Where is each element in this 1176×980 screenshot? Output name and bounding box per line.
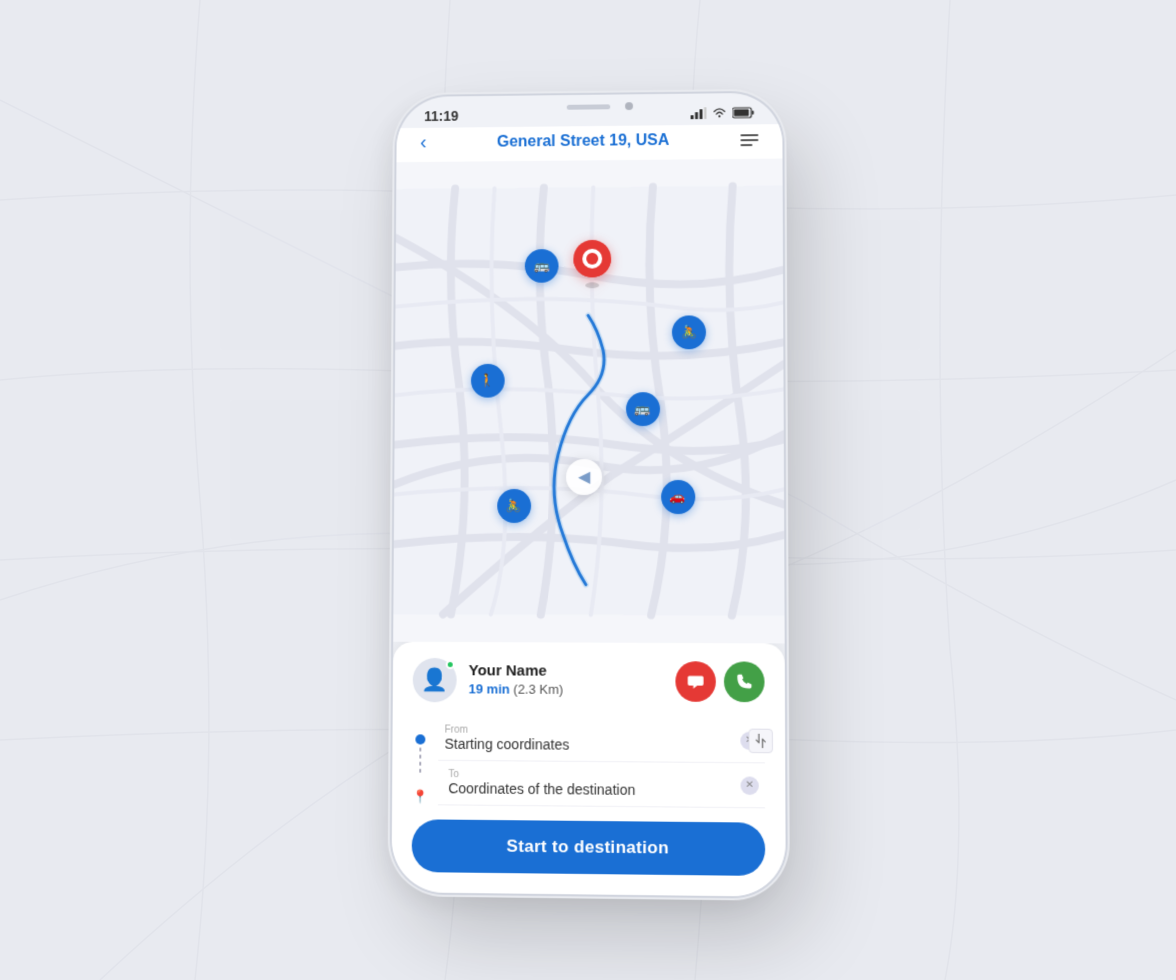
map-icon-bus2[interactable]: 🚌 xyxy=(626,392,660,426)
from-field[interactable]: From Starting coordinates ✕ xyxy=(438,716,764,763)
route-dashes xyxy=(419,748,421,786)
from-value: Starting coordinates xyxy=(444,736,734,754)
status-time: 11:19 xyxy=(424,108,458,124)
online-indicator xyxy=(446,660,455,669)
speaker xyxy=(567,104,610,109)
user-info: Your Name 19 min (2.3 Km) xyxy=(469,662,664,699)
route-inputs: 📍 From Starting coordinates ✕ xyxy=(412,716,765,808)
menu-line xyxy=(740,134,758,136)
menu-line xyxy=(740,139,758,141)
current-location: ◀ xyxy=(566,459,602,495)
swap-button[interactable] xyxy=(748,728,772,753)
bottom-panel: 👤 Your Name 19 min (2.3 Km) xyxy=(391,642,785,897)
menu-line xyxy=(740,144,752,146)
destination-pin xyxy=(573,240,611,295)
call-button[interactable] xyxy=(724,661,765,702)
nav-title: General Street 19, USA xyxy=(497,132,669,151)
map-area[interactable]: 🚌 🚶 🚴 🚌 🚗 🚴 ◀ xyxy=(393,159,785,644)
menu-button[interactable] xyxy=(740,134,758,146)
camera xyxy=(625,102,633,110)
inputs-stack: From Starting coordinates ✕ To xyxy=(438,716,765,808)
user-avatar: 👤 xyxy=(413,658,457,703)
back-button[interactable]: ‹ xyxy=(420,132,427,154)
user-name: Your Name xyxy=(469,662,547,680)
battery-icon xyxy=(732,107,754,119)
map-icon-bus1[interactable]: 🚌 xyxy=(525,249,559,283)
to-field[interactable]: To Coordinates of the destination ✕ xyxy=(438,761,765,809)
route-end-pin: 📍 xyxy=(412,789,428,805)
nav-bar: ‹ General Street 19, USA xyxy=(396,124,782,162)
to-input-text: To Coordinates of the destination xyxy=(448,769,734,799)
map-icon-walk1[interactable]: 🚶 xyxy=(471,364,505,398)
route-start-dot xyxy=(415,734,425,744)
route-connector: 📍 xyxy=(412,716,429,805)
phone-frame: 11:19 ‹ General Str xyxy=(391,93,785,897)
action-buttons xyxy=(675,661,764,702)
map-roads xyxy=(393,159,785,644)
status-icons xyxy=(691,107,755,119)
start-button[interactable]: Start to destination xyxy=(412,819,766,876)
map-icon-bike2[interactable]: 🚴 xyxy=(497,489,531,523)
user-row: 👤 Your Name 19 min (2.3 Km) xyxy=(413,658,765,704)
to-value: Coordinates of the destination xyxy=(448,780,734,799)
signal-icon xyxy=(691,107,707,119)
user-eta: 19 min (2.3 Km) xyxy=(469,680,664,699)
to-clear-button[interactable]: ✕ xyxy=(740,776,758,795)
message-button[interactable] xyxy=(675,661,716,702)
phone-notch xyxy=(524,94,653,123)
wifi-icon xyxy=(711,107,727,119)
map-icon-bike1[interactable]: 🚴 xyxy=(672,315,706,349)
from-input-text: From Starting coordinates xyxy=(444,724,734,753)
map-icon-car1[interactable]: 🚗 xyxy=(661,479,695,513)
